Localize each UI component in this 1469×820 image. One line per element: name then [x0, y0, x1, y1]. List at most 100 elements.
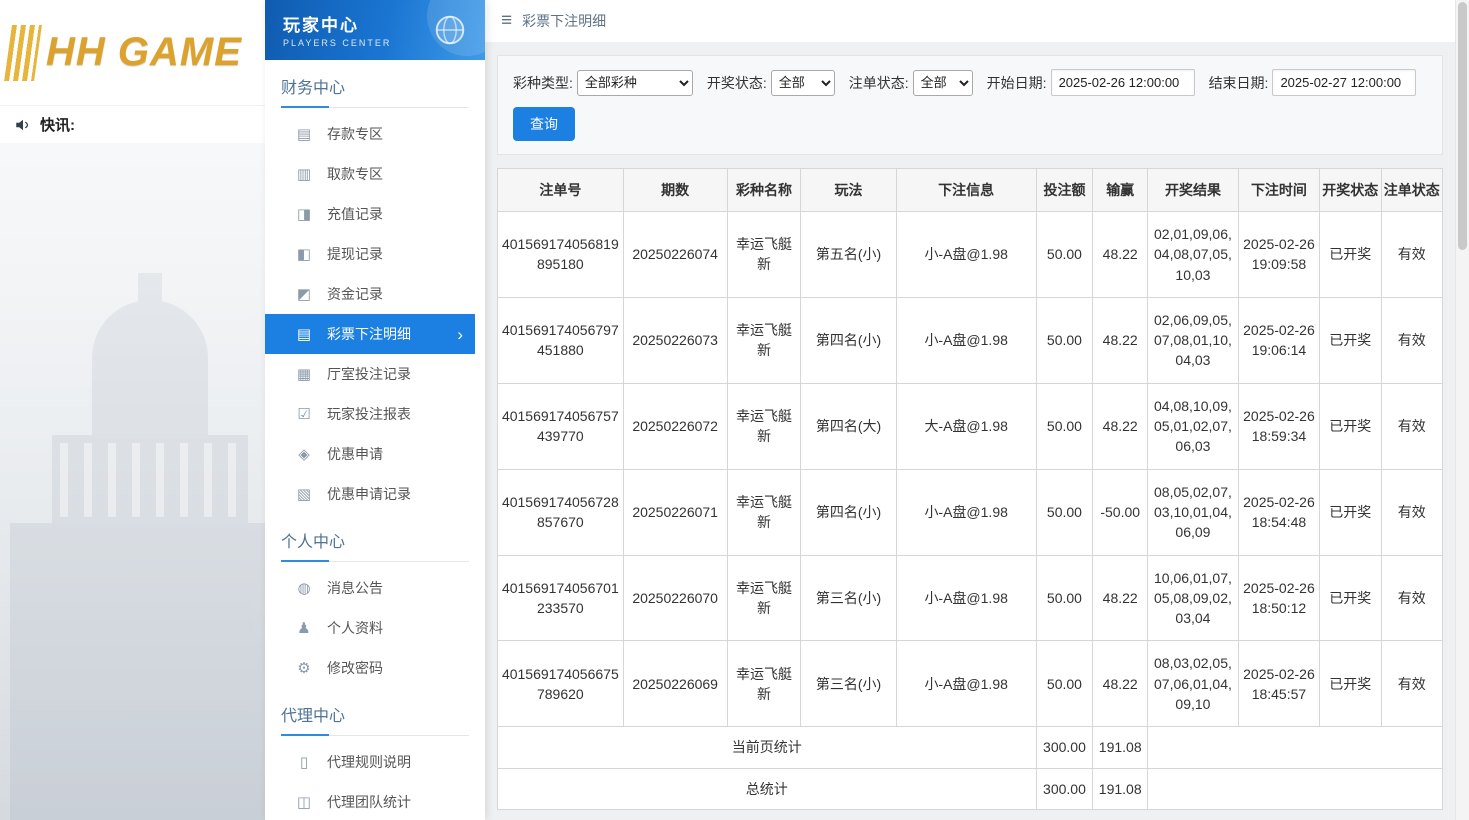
- sidebar-item[interactable]: ▧优惠申请记录: [265, 474, 475, 514]
- sidebar-item-label: 厅室投注记录: [327, 364, 411, 384]
- cell-lottery-name: 幸运飞艇新: [727, 555, 801, 641]
- sidebar-item[interactable]: ▯代理规则说明: [265, 742, 475, 782]
- cell-bet-info: 大-A盘@1.98: [896, 383, 1036, 469]
- column-header-period: 期数: [623, 169, 727, 212]
- sidebar-section-title: 代理中心: [281, 702, 469, 736]
- cell-bet-amount: 50.00: [1036, 641, 1093, 727]
- start-date-label: 开始日期:: [987, 73, 1047, 93]
- sidebar-item-label: 存款专区: [327, 124, 383, 144]
- scrollbar-thumb[interactable]: [1458, 2, 1467, 250]
- cell-bet-status: 有效: [1381, 641, 1443, 727]
- cell-bet-info: 小-A盘@1.98: [896, 212, 1036, 298]
- sidebar-section-title: 个人中心: [281, 528, 469, 562]
- sidebar-item-label: 修改密码: [327, 658, 383, 678]
- column-header-bet-time: 下注时间: [1238, 169, 1319, 212]
- sidebar-title: 玩家中心: [283, 11, 485, 36]
- cell-bet-amount: 50.00: [1036, 297, 1093, 383]
- cell-bet-status: 有效: [1381, 555, 1443, 641]
- cell-draw-result: 08,03,02,05,07,06,01,04,09,10: [1148, 641, 1239, 727]
- news-bar: 快讯:: [0, 105, 265, 143]
- sidebar-item[interactable]: ◩资金记录: [265, 274, 475, 314]
- column-header-draw-result: 开奖结果: [1148, 169, 1239, 212]
- sidebar-item[interactable]: ☑玩家投注报表: [265, 394, 475, 434]
- summary-bet-amount: 300.00: [1036, 727, 1093, 768]
- column-header-bet-id: 注单号: [498, 169, 624, 212]
- deposit-icon: ▤: [295, 125, 313, 143]
- cell-bet-id: 401569174056819895180: [498, 212, 624, 298]
- lottery-type-label: 彩种类型:: [513, 73, 573, 93]
- sidebar-item[interactable]: ▤彩票下注明细›: [265, 314, 475, 354]
- cell-period: 20250226069: [623, 641, 727, 727]
- table-row: 40156917405670123357020250226070幸运飞艇新第三名…: [498, 555, 1443, 641]
- cell-bet-id: 401569174056701233570: [498, 555, 624, 641]
- table-row: 40156917405679745188020250226073幸运飞艇新第四名…: [498, 297, 1443, 383]
- brand-logo-text: HH GAME: [46, 30, 242, 75]
- cell-lottery-name: 幸运飞艇新: [727, 383, 801, 469]
- cell-play-type: 第三名(小): [801, 641, 896, 727]
- summary-win-loss: 191.08: [1093, 727, 1148, 768]
- filter-row: 彩种类型: 全部彩种 开奖状态: 全部 注单状态: 全部 开始日期: 结束日期:: [513, 69, 1427, 96]
- sidebar-item-label: 代理团队统计: [327, 792, 411, 812]
- player-bet-report-icon: ☑: [295, 405, 313, 423]
- cell-draw-result: 08,05,02,07,03,10,01,04,06,09: [1148, 469, 1239, 555]
- cell-win-loss: 48.22: [1093, 212, 1148, 298]
- recharge-records-icon: ◨: [295, 205, 313, 223]
- table-row: 40156917405672885767020250226071幸运飞艇新第四名…: [498, 469, 1443, 555]
- globe-icon: [431, 11, 469, 49]
- start-date-input[interactable]: [1051, 69, 1195, 96]
- cell-play-type: 第三名(小): [801, 555, 896, 641]
- page-scrollbar[interactable]: [1455, 0, 1469, 820]
- sidebar-item[interactable]: ▤ 存款专区: [265, 114, 475, 154]
- app-root: HH GAME 快讯:: [0, 0, 1469, 820]
- cell-draw-result: 02,06,09,05,07,08,01,10,04,03: [1148, 297, 1239, 383]
- summary-win-loss: 191.08: [1093, 768, 1148, 809]
- cell-lottery-name: 幸运飞艇新: [727, 297, 801, 383]
- cell-period: 20250226072: [623, 383, 727, 469]
- column-header-win-loss: 输赢: [1093, 169, 1148, 212]
- table-panel: 注单号期数彩种名称玩法下注信息投注额输赢开奖结果下注时间开奖状态注单状态4015…: [497, 168, 1443, 810]
- cell-bet-time: 2025-02-26 19:06:14: [1238, 297, 1319, 383]
- lottery-type-select[interactable]: 全部彩种: [577, 70, 693, 96]
- draw-status-select[interactable]: 全部: [771, 70, 835, 96]
- profile-icon: ♟: [295, 619, 313, 637]
- sidebar-nav: 财务中心 ▤ 存款专区 ▥取款专区◨充值记录◧提现记录◩资金记录▤彩票下注明细› ▦ 厅室…: [265, 74, 485, 820]
- cell-bet-id: 401569174056728857670: [498, 469, 624, 555]
- capitol-background-image: [0, 143, 265, 820]
- sidebar-item-label: 取款专区: [327, 164, 383, 184]
- summary-label: 当前页统计: [498, 727, 1037, 768]
- menu-toggle-icon[interactable]: ≡: [501, 10, 512, 32]
- cell-bet-amount: 50.00: [1036, 555, 1093, 641]
- cell-win-loss: -50.00: [1093, 469, 1148, 555]
- sidebar-item-label: 资金记录: [327, 284, 383, 304]
- sidebar-header: 玩家中心 PLAYERS CENTER: [265, 0, 485, 60]
- sidebar-item[interactable]: ◫代理团队统计: [265, 782, 475, 820]
- sidebar-item[interactable]: ▥取款专区: [265, 154, 475, 194]
- cell-play-type: 第四名(小): [801, 469, 896, 555]
- cell-bet-status: 有效: [1381, 297, 1443, 383]
- query-button[interactable]: 查询: [513, 107, 575, 141]
- cell-play-type: 第五名(小): [801, 212, 896, 298]
- summary-label: 总统计: [498, 768, 1037, 809]
- sidebar-item[interactable]: ▦ 厅室投注记录: [265, 354, 475, 394]
- cell-draw-status: 已开奖: [1320, 212, 1381, 298]
- cell-period: 20250226071: [623, 469, 727, 555]
- sidebar-item[interactable]: ◍消息公告: [265, 568, 475, 608]
- sidebar-item[interactable]: ◧提现记录: [265, 234, 475, 274]
- sidebar-item[interactable]: ♟个人资料: [265, 608, 475, 648]
- cell-bet-time: 2025-02-26 18:54:48: [1238, 469, 1319, 555]
- summary-row-current-page: 当前页统计300.00191.08: [498, 727, 1443, 768]
- sidebar-item-label: 代理规则说明: [327, 752, 411, 772]
- cell-lottery-name: 幸运飞艇新: [727, 469, 801, 555]
- bets-table: 注单号期数彩种名称玩法下注信息投注额输赢开奖结果下注时间开奖状态注单状态4015…: [497, 168, 1443, 810]
- hall-bet-records-icon: ▦: [295, 365, 313, 383]
- sidebar-item[interactable]: ◈优惠申请: [265, 434, 475, 474]
- sidebar-section-title: 财务中心: [281, 74, 469, 108]
- bet-status-select[interactable]: 全部: [913, 70, 973, 96]
- end-date-input[interactable]: [1272, 69, 1416, 96]
- cell-bet-status: 有效: [1381, 469, 1443, 555]
- summary-bet-amount: 300.00: [1036, 768, 1093, 809]
- cell-win-loss: 48.22: [1093, 297, 1148, 383]
- cell-draw-status: 已开奖: [1320, 641, 1381, 727]
- sidebar-item[interactable]: ⚙修改密码: [265, 648, 475, 688]
- sidebar-item[interactable]: ◨充值记录: [265, 194, 475, 234]
